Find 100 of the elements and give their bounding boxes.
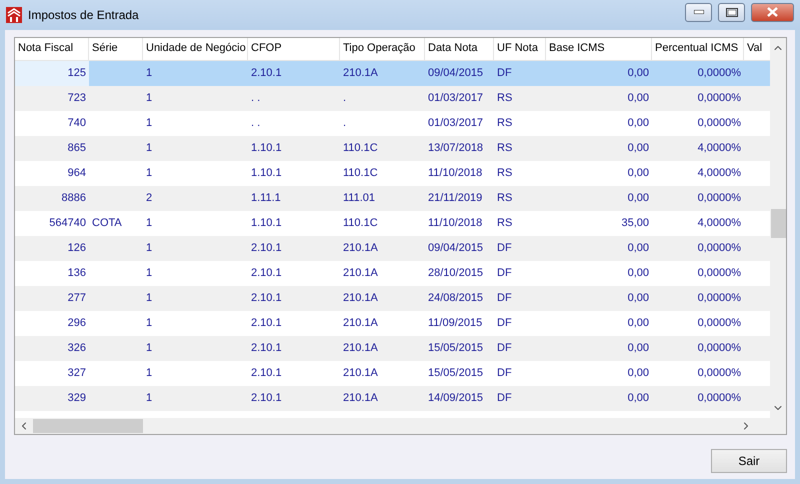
table-cell-text: 126 — [66, 241, 87, 256]
table-cell-text: 1 — [145, 291, 154, 306]
table-cell-text: 0,00 — [626, 116, 650, 131]
table-cell-text: 15/05/2015 — [427, 366, 484, 381]
table-cell-text: 1 — [145, 391, 154, 406]
table-cell-text: 1 — [145, 341, 154, 356]
close-icon — [767, 7, 778, 17]
column-header[interactable]: Base ICMS — [546, 38, 652, 60]
table-cell-text: 13/07/2018 — [427, 141, 484, 156]
table-row[interactable]: 865 1 1.10.1 110.1C 13/07/2018 RS 0,00 4,0000% — [15, 136, 770, 161]
table-cell-text: 1.11.1 — [250, 191, 282, 206]
table-cell-text: 1 — [145, 241, 154, 256]
table-cell-text: . . — [250, 116, 262, 131]
table-row[interactable]: 326 1 2.10.1 210.1A 15/05/2015 DF 0,00 0,0000% — [15, 336, 770, 361]
minimize-button[interactable] — [685, 2, 712, 22]
table-cell-text: 2.10.1 — [250, 391, 283, 406]
exit-button[interactable]: Sair — [711, 449, 787, 473]
scroll-thumb[interactable] — [33, 419, 143, 433]
table-cell-text: 2.10.1 — [250, 316, 283, 331]
table-cell-text: 2.10.1 — [250, 366, 283, 381]
table-cell-text: DF — [496, 266, 513, 281]
table-cell-text: RS — [496, 116, 514, 131]
table-cell-text: 1 — [145, 141, 154, 156]
table-cell-text: 35,00 — [620, 216, 650, 231]
table-cell-text: 01/03/2017 — [427, 116, 484, 131]
table-row[interactable]: 126 1 2.10.1 210.1A 09/04/2015 DF 0,00 0,0000% — [15, 236, 770, 261]
table-cell-text: 1.10.1 — [250, 216, 283, 231]
table-cell-text: 110.1C — [342, 141, 379, 156]
table-cell-text: 210.1A — [342, 266, 379, 281]
column-header[interactable]: Nota Fiscal — [15, 38, 89, 60]
scroll-thumb[interactable] — [770, 209, 786, 238]
table-cell-text: 210.1A — [342, 316, 379, 331]
table-cell-text: 1 — [145, 116, 154, 131]
column-header[interactable]: Tipo Operação — [340, 38, 425, 60]
table-cell-text: 277 — [66, 291, 87, 306]
table-cell-text: 329 — [66, 391, 87, 406]
table-cell-text: 21/11/2019 — [427, 191, 484, 206]
table-cell-text: 564740 — [48, 216, 87, 231]
table-cell-text: 0,0000% — [696, 116, 742, 131]
table-cell-text: 11/09/2015 — [427, 316, 484, 331]
table-cell-text: RS — [496, 141, 514, 156]
table-cell-text: RS — [496, 216, 514, 231]
table-row[interactable]: 125 1 2.10.1 210.1A 09/04/2015 DF 0,00 0,0000% — [15, 61, 770, 86]
table-cell-text: RS — [496, 191, 514, 206]
table-cell-text: 2.10.1 — [250, 341, 283, 356]
column-header[interactable]: Série — [89, 38, 143, 60]
table-cell-text: 0,00 — [626, 141, 650, 156]
table-cell-text: 01/03/2017 — [427, 91, 484, 106]
table-cell-text: 1 — [145, 66, 154, 81]
table-cell-text: 0,0000% — [696, 341, 742, 356]
table-cell-text: DF — [496, 366, 513, 381]
table-cell-text: 0,0000% — [696, 366, 742, 381]
maximize-button[interactable] — [718, 2, 745, 22]
table-cell-text: 0,00 — [626, 366, 650, 381]
table-cell-text: 4,0000% — [696, 166, 742, 181]
table-cell-text: 865 — [66, 141, 87, 156]
table-cell-text: 0,00 — [626, 191, 650, 206]
table-cell-text: . . — [250, 91, 262, 106]
column-header[interactable]: CFOP — [248, 38, 340, 60]
table-cell-text: 1.10.1 — [250, 141, 283, 156]
table-cell-text: 4,0000% — [696, 141, 742, 156]
table-cell-text: 2.10.1 — [250, 266, 283, 281]
table-cell-text: 0,00 — [626, 241, 650, 256]
table-cell-text: 1.10.1 — [250, 166, 283, 181]
close-button[interactable] — [751, 2, 794, 22]
table-cell-text: 110.1C — [342, 216, 379, 231]
column-header[interactable]: Percentual ICMS — [652, 38, 744, 60]
column-header[interactable]: UF Nota — [494, 38, 546, 60]
table-cell-text: 15/05/2015 — [427, 341, 484, 356]
table-cell-text: 326 — [66, 341, 87, 356]
column-header[interactable]: Data Nota — [425, 38, 494, 60]
table-row[interactable]: 8886 2 1.11.1 111.01 21/11/2019 RS 0,00 0,0000% — [15, 186, 770, 211]
table-cell-text: 723 — [66, 91, 87, 106]
table-row[interactable]: 329 1 2.10.1 210.1A 14/09/2015 DF 0,00 0,0000% — [15, 386, 770, 411]
table-cell-text: 2 — [145, 191, 154, 206]
table-cell-text: 1 — [145, 266, 154, 281]
table-row[interactable]: 277 1 2.10.1 210.1A 24/08/2015 DF 0,00 0,0000% — [15, 286, 770, 311]
column-header[interactable]: Unidade de Negócio — [143, 38, 248, 60]
table-cell-text: 0,0000% — [696, 391, 742, 406]
table-cell-text: 111.01 — [342, 191, 376, 206]
minimize-icon — [694, 10, 704, 14]
table-row[interactable]: 723 1 . . . 01/03/2017 RS 0,00 0,0000% — [15, 86, 770, 111]
table-cell-text: 1 — [145, 216, 154, 231]
table-cell-text: DF — [496, 241, 513, 256]
table-cell-text: DF — [496, 291, 513, 306]
table-cell-text: DF — [496, 341, 513, 356]
table-cell-text: 0,0000% — [696, 316, 742, 331]
table-cell-text: 0,00 — [626, 316, 650, 331]
table-cell-text: 110.1C — [342, 166, 379, 181]
table-cell-text: 1 — [145, 366, 154, 381]
table-cell: 125 — [15, 61, 89, 86]
table-cell-text: 964 — [66, 166, 87, 181]
table-cell-text: 0,00 — [626, 391, 650, 406]
maximize-icon — [726, 8, 738, 16]
table-cell-text: DF — [496, 66, 513, 81]
table-cell-text: 210.1A — [342, 241, 379, 256]
table-cell-text: 11/10/2018 — [427, 166, 484, 181]
vertical-scrollbar[interactable] — [770, 38, 786, 418]
table-cell-text: 740 — [66, 116, 87, 131]
table-cell-text: 14/09/2015 — [427, 391, 484, 406]
